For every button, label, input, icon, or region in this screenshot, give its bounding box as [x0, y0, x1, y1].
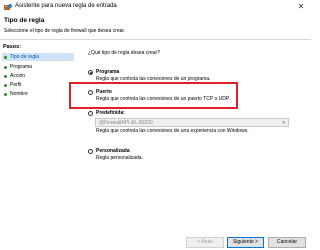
rule-type-question: ¿Qué tipo de regla desea crear?: [88, 50, 160, 56]
sidebar-item-label: Programa: [10, 64, 32, 70]
option-personalizada-label[interactable]: Personalizada: [96, 148, 130, 155]
step-bullet-icon: [4, 74, 7, 78]
step-bullet-icon: [4, 65, 7, 69]
radio-personalizada[interactable]: [88, 149, 93, 154]
page-subtitle: Seleccione el tipo de regla de firewall …: [4, 28, 126, 34]
predefined-rule-select[interactable]: @FirewallAPI.dll,-80200 ▾: [95, 118, 289, 127]
wizard-header: Tipo de regla Seleccione el tipo de regl…: [0, 14, 311, 38]
title-bar: Asistente para nueva regla de entrada ✕: [0, 0, 311, 14]
step-bullet-icon: [4, 55, 7, 59]
page-title: Tipo de regla: [4, 17, 45, 24]
next-button[interactable]: Siguiente >: [227, 237, 264, 248]
step-bullet-icon: [4, 83, 7, 87]
step-bullet-icon: [4, 92, 7, 96]
highlight-annotation-box: [69, 82, 238, 109]
option-predefinida-label[interactable]: Predefinida:: [96, 110, 125, 117]
sidebar-item-label: Acción: [10, 73, 26, 79]
sidebar-item-perfil[interactable]: Perfil: [2, 81, 74, 89]
cancel-button[interactable]: Cancelar: [268, 237, 306, 248]
back-button[interactable]: < Atrás: [186, 237, 224, 248]
close-button[interactable]: ✕: [295, 1, 307, 12]
option-programa-label[interactable]: Programa: [96, 69, 119, 76]
sidebar-item-label: Tipo de regla: [10, 54, 39, 60]
steps-heading: Pasos:: [3, 44, 22, 50]
option-personalizada-description: Regla personalizada.: [96, 155, 143, 161]
sidebar-item-label: Perfil: [10, 82, 22, 88]
radio-predefinida[interactable]: [88, 111, 93, 116]
sidebar-item-label: Nombre: [10, 91, 28, 97]
option-predefinida-description: Regla que controla las conexiones de una…: [96, 128, 249, 134]
sidebar-item-nombre[interactable]: Nombre: [2, 90, 74, 98]
firewall-app-icon: [4, 4, 12, 10]
sidebar-item-accion[interactable]: Acción: [2, 72, 74, 80]
predefined-rule-value: @FirewallAPI.dll,-80200: [99, 120, 153, 126]
steps-sidebar: Pasos: Tipo de regla Programa Acción Per…: [0, 40, 76, 250]
sidebar-item-tipo-de-regla[interactable]: Tipo de regla: [2, 53, 74, 61]
rule-type-panel: ¿Qué tipo de regla desea crear? Programa…: [77, 40, 311, 250]
window-title: Asistente para nueva regla de entrada: [15, 3, 117, 9]
radio-programa[interactable]: [88, 70, 93, 75]
sidebar-item-programa[interactable]: Programa: [2, 63, 74, 71]
chevron-down-icon: ▾: [282, 120, 285, 126]
